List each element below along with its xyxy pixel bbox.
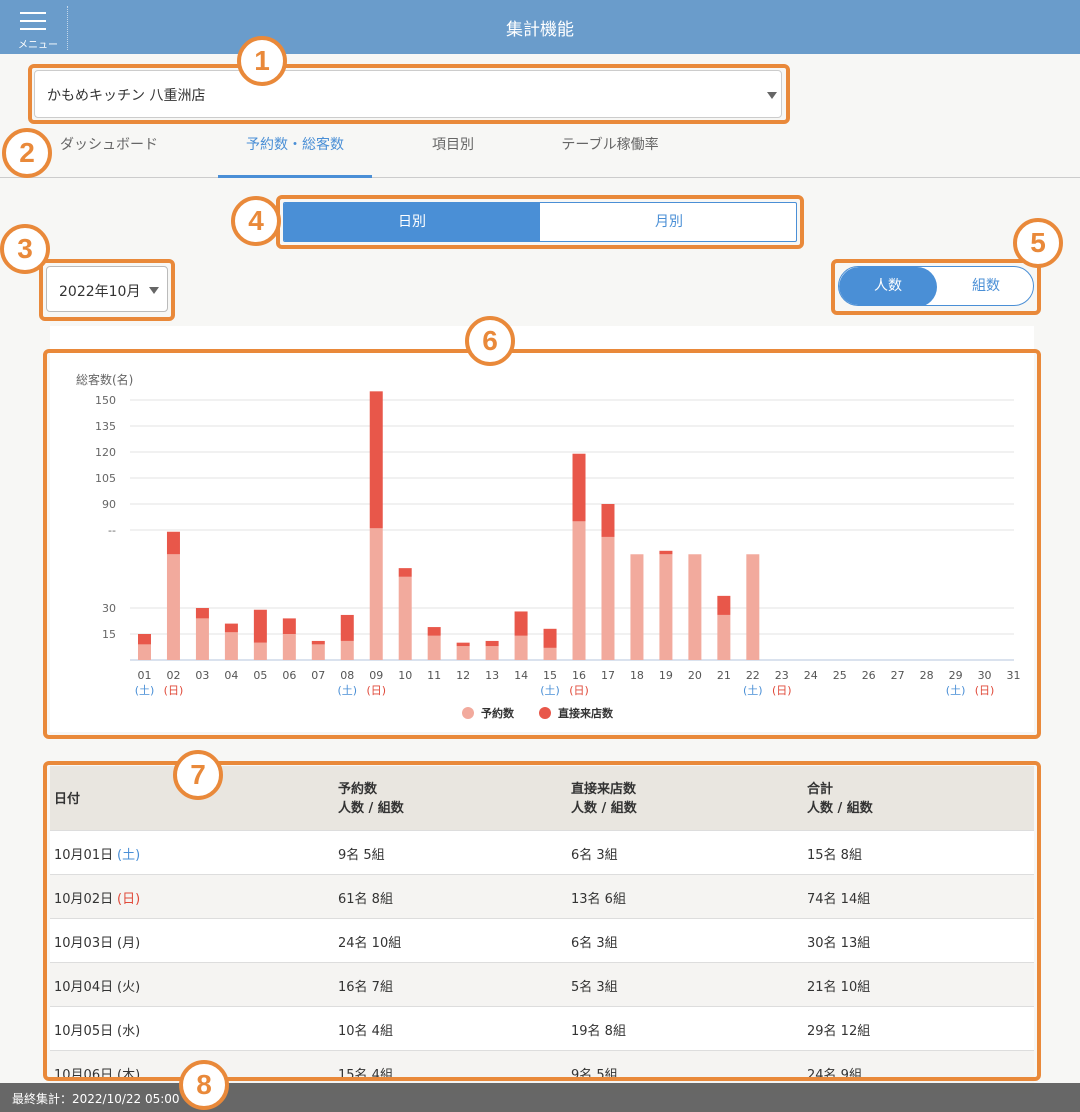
tab-by-item[interactable]: 項目別	[400, 122, 506, 178]
app-header: メニュー 集計機能	[0, 0, 1080, 54]
callout-badge-2: 2	[2, 128, 52, 178]
daily-button[interactable]: 日別	[284, 203, 540, 241]
last-updated-text: 最終集計：2022/10/22 05:00	[12, 1092, 180, 1106]
chevron-down-icon	[149, 287, 159, 294]
month-select[interactable]: 2022年10月	[46, 266, 168, 312]
chevron-down-icon	[767, 92, 777, 99]
period-segment: 日別 月別	[283, 202, 797, 242]
tab-dashboard[interactable]: ダッシュボード	[44, 122, 174, 178]
unit-toggle: 人数 組数	[838, 266, 1034, 306]
callout-badge-5: 5	[1013, 218, 1063, 268]
last-updated-bar: 最終集計：2022/10/22 05:00	[0, 1083, 1080, 1112]
callout-badge-3: 3	[0, 224, 50, 274]
month-select-value: 2022年10月	[59, 284, 141, 300]
callout-badge-8: 8	[179, 1060, 229, 1110]
tab-bar: ダッシュボード 予約数・総客数 項目別 テーブル稼働率	[0, 122, 1080, 178]
highlight-frame-7	[43, 761, 1041, 1081]
page-title: 集計機能	[506, 20, 574, 40]
store-select-value: かもめキッチン 八重洲店	[47, 88, 206, 104]
store-select[interactable]: かもめキッチン 八重洲店	[34, 70, 782, 118]
tab-table-utilization[interactable]: テーブル稼働率	[540, 122, 680, 178]
people-button[interactable]: 人数	[839, 267, 937, 305]
callout-badge-4: 4	[231, 196, 281, 246]
groups-button[interactable]: 組数	[937, 267, 1033, 305]
tab-reservations-guests[interactable]: 予約数・総客数	[218, 122, 372, 178]
monthly-button[interactable]: 月別	[540, 203, 796, 241]
callout-badge-6: 6	[465, 316, 515, 366]
callout-badge-1: 1	[237, 36, 287, 86]
highlight-frame-6	[43, 349, 1041, 739]
callout-badge-7: 7	[173, 750, 223, 800]
